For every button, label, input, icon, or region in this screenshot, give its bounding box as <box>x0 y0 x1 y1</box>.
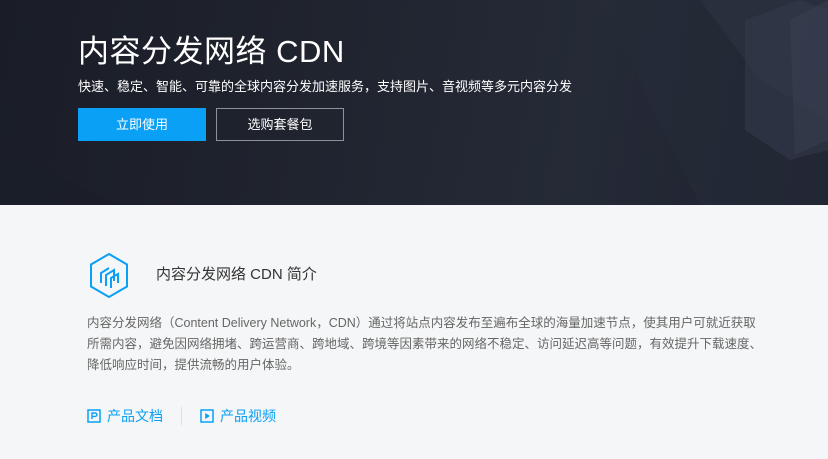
page-title: 内容分发网络 CDN <box>78 34 345 69</box>
doc-links: 产品文档 产品视频 <box>87 405 276 427</box>
product-video-label: 产品视频 <box>220 408 276 424</box>
intro-description: 内容分发网络（Content Delivery Network，CDN）通过将站… <box>87 316 763 372</box>
intro-title: 内容分发网络 CDN 简介 <box>156 266 317 283</box>
product-docs-link[interactable]: 产品文档 <box>87 406 163 426</box>
play-icon <box>200 409 214 423</box>
buy-package-button[interactable]: 选购套餐包 <box>216 108 344 141</box>
product-docs-label: 产品文档 <box>107 408 163 424</box>
intro-section: 内容分发网络 CDN 简介 内容分发网络（Content Delivery Ne… <box>0 205 828 459</box>
hero-banner: 内容分发网络 CDN 快速、稳定、智能、可靠的全球内容分发加速服务，支持图片、音… <box>0 0 828 205</box>
product-video-link[interactable]: 产品视频 <box>200 406 276 426</box>
page-subtitle: 快速、稳定、智能、可靠的全球内容分发加速服务，支持图片、音视频等多元内容分发 <box>78 79 573 94</box>
link-divider <box>181 407 182 425</box>
use-now-button[interactable]: 立即使用 <box>78 108 206 141</box>
document-icon <box>87 409 101 423</box>
cdn-product-icon <box>90 252 128 299</box>
